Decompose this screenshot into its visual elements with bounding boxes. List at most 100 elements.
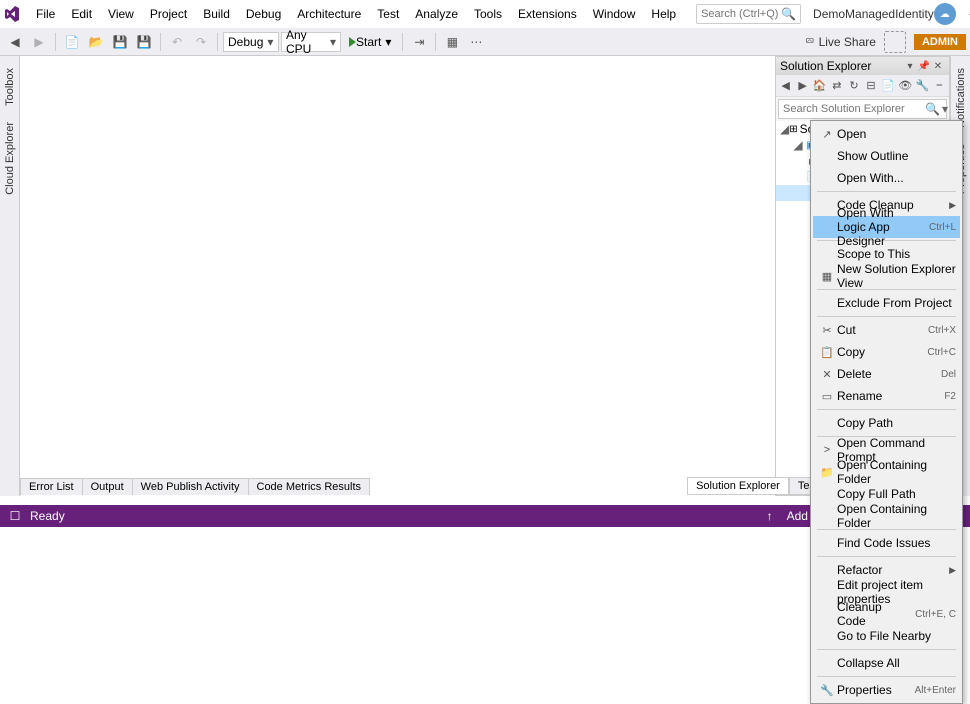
platform-combo[interactable]: Any CPU▾ xyxy=(281,32,341,52)
open-icon: ↗ xyxy=(817,128,837,141)
menu-view[interactable]: View xyxy=(100,3,142,25)
panel-back-button[interactable]: ◀ xyxy=(778,77,793,95)
open-button[interactable]: 📂 xyxy=(85,31,107,53)
save-all-button[interactable]: 💾 xyxy=(133,31,155,53)
menu-project[interactable]: Project xyxy=(142,3,195,25)
context-menu-item[interactable]: Exclude From Project xyxy=(813,292,960,314)
menu-window[interactable]: Window xyxy=(585,3,644,25)
context-menu-item[interactable]: Collapse All xyxy=(813,652,960,674)
tab-error-list[interactable]: Error List xyxy=(20,478,83,495)
cut-icon: ✂ xyxy=(817,324,837,337)
view-icon: ▦ xyxy=(817,270,837,283)
context-menu-item[interactable]: 🔧PropertiesAlt+Enter xyxy=(813,679,960,701)
chevron-down-icon[interactable]: ▾ xyxy=(942,102,948,116)
context-menu-shortcut: Alt+Enter xyxy=(915,685,956,696)
menu-edit[interactable]: Edit xyxy=(63,3,100,25)
context-menu-item[interactable]: Open With... xyxy=(813,167,960,189)
cloud-explorer-tab[interactable]: Cloud Explorer xyxy=(2,114,18,203)
context-menu-label: Cleanup Code xyxy=(837,600,907,628)
context-menu-item[interactable]: ↗Open xyxy=(813,123,960,145)
tab-code-metrics[interactable]: Code Metrics Results xyxy=(248,478,371,495)
expander-icon[interactable]: ◢ xyxy=(780,122,789,136)
context-menu-item[interactable]: ✕DeleteDel xyxy=(813,363,960,385)
panel-search-input[interactable] xyxy=(783,103,925,115)
search-input[interactable] xyxy=(701,8,781,20)
panel-close-button[interactable]: ✕ xyxy=(931,59,945,73)
panel-view-button[interactable]: ⎯ xyxy=(932,77,947,95)
context-menu-label: Copy Path xyxy=(837,416,956,430)
context-menu-item[interactable]: 📁Open Containing Folder xyxy=(813,461,960,483)
context-menu-label: Copy Full Path xyxy=(837,487,956,501)
source-control-up-icon: ↑ xyxy=(763,509,777,523)
panel-forward-button[interactable]: ▶ xyxy=(795,77,810,95)
context-menu-item[interactable]: Copy Path xyxy=(813,412,960,434)
menu-tools[interactable]: Tools xyxy=(466,3,510,25)
menu-debug[interactable]: Debug xyxy=(238,3,289,25)
wrench-icon: 🔧 xyxy=(817,684,837,697)
panel-pin-button[interactable]: 📌 xyxy=(917,59,931,73)
panel-preview-button[interactable]: 👁 xyxy=(898,77,913,95)
browse-button[interactable]: ▦ xyxy=(441,31,463,53)
context-menu-item[interactable]: Go to File Nearby xyxy=(813,625,960,647)
context-menu-label: Go to File Nearby xyxy=(837,629,956,643)
context-menu-label: Rename xyxy=(837,389,936,403)
context-menu-item[interactable]: 📋CopyCtrl+C xyxy=(813,341,960,363)
menu-extensions[interactable]: Extensions xyxy=(510,3,585,25)
expander-icon[interactable]: ◢ xyxy=(792,138,804,152)
context-menu-item[interactable]: ✂CutCtrl+X xyxy=(813,319,960,341)
context-menu-item[interactable]: Open Containing Folder xyxy=(813,505,960,527)
menu-analyze[interactable]: Analyze xyxy=(407,3,466,25)
window-title: DemoManagedIdentity xyxy=(813,7,934,21)
menu-file[interactable]: File xyxy=(28,3,63,25)
panel-toolbar: ◀ ▶ 🏠 ⇄ ↻ ⊟ 📄 👁 🔧 ⎯ xyxy=(776,75,949,97)
context-menu-shortcut: Del xyxy=(941,369,956,380)
save-button[interactable]: 💾 xyxy=(109,31,131,53)
context-menu-label: Open Containing Folder xyxy=(837,502,956,530)
menu-build[interactable]: Build xyxy=(195,3,238,25)
new-project-button[interactable]: 📄 xyxy=(61,31,83,53)
feedback-icon[interactable]: ☁ xyxy=(934,3,956,25)
context-menu-label: Show Outline xyxy=(837,149,956,163)
context-menu-item[interactable]: Cleanup CodeCtrl+E, C xyxy=(813,603,960,625)
step-button[interactable]: ⇥ xyxy=(408,31,430,53)
panel-sync-button[interactable]: ⇄ xyxy=(829,77,844,95)
config-combo[interactable]: Debug▾ xyxy=(223,32,279,52)
admin-badge: ADMIN xyxy=(914,34,966,50)
panel-refresh-button[interactable]: ↻ xyxy=(846,77,861,95)
tab-solution-explorer[interactable]: Solution Explorer xyxy=(687,477,789,495)
context-menu-label: Open With Logic App Designer xyxy=(837,206,921,248)
context-menu-item[interactable]: ▦New Solution Explorer View xyxy=(813,265,960,287)
context-menu-item[interactable]: Open With Logic App DesignerCtrl+L xyxy=(813,216,960,238)
tab-web-publish[interactable]: Web Publish Activity xyxy=(132,478,249,495)
live-share-button[interactable]: ⮹ Live Share xyxy=(805,34,876,49)
undo-button[interactable]: ↶ xyxy=(166,31,188,53)
context-menu-item[interactable]: Show Outline xyxy=(813,145,960,167)
back-button[interactable]: ◀ xyxy=(4,31,26,53)
panel-dropdown-button[interactable]: ▾ xyxy=(903,59,917,73)
chevron-right-icon: ▶ xyxy=(949,200,956,211)
redo-button[interactable]: ↷ xyxy=(190,31,212,53)
context-menu-item[interactable]: ▭RenameF2 xyxy=(813,385,960,407)
forward-button[interactable]: ▶ xyxy=(28,31,50,53)
copy-icon: 📋 xyxy=(817,346,837,359)
sign-in-avatar[interactable] xyxy=(884,31,906,53)
context-menu-item[interactable]: Find Code Issues xyxy=(813,532,960,554)
panel-properties-button[interactable]: 🔧 xyxy=(915,77,930,95)
context-menu-shortcut: Ctrl+L xyxy=(929,222,956,233)
panel-home-button[interactable]: 🏠 xyxy=(812,77,827,95)
search-box[interactable]: 🔍 xyxy=(696,4,801,24)
panel-showall-button[interactable]: 📄 xyxy=(881,77,896,95)
titlebar: File Edit View Project Build Debug Archi… xyxy=(0,0,970,28)
menu-test[interactable]: Test xyxy=(369,3,407,25)
toolbox-tab[interactable]: Toolbox xyxy=(2,60,18,114)
menu-architecture[interactable]: Architecture xyxy=(289,3,369,25)
tab-output[interactable]: Output xyxy=(82,478,133,495)
menu-help[interactable]: Help xyxy=(643,3,684,25)
left-rail: Toolbox Cloud Explorer xyxy=(0,56,20,496)
minimize-button[interactable]: ─ xyxy=(962,2,970,26)
toolbar: ◀ ▶ 📄 📂 💾 💾 ↶ ↷ Debug▾ Any CPU▾ Start▾ ⇥… xyxy=(0,28,970,56)
extra-button[interactable]: ⋯ xyxy=(465,31,487,53)
panel-search[interactable]: 🔍 ▾ xyxy=(778,99,947,119)
start-button[interactable]: Start▾ xyxy=(343,31,397,53)
panel-collapse-button[interactable]: ⊟ xyxy=(863,77,878,95)
